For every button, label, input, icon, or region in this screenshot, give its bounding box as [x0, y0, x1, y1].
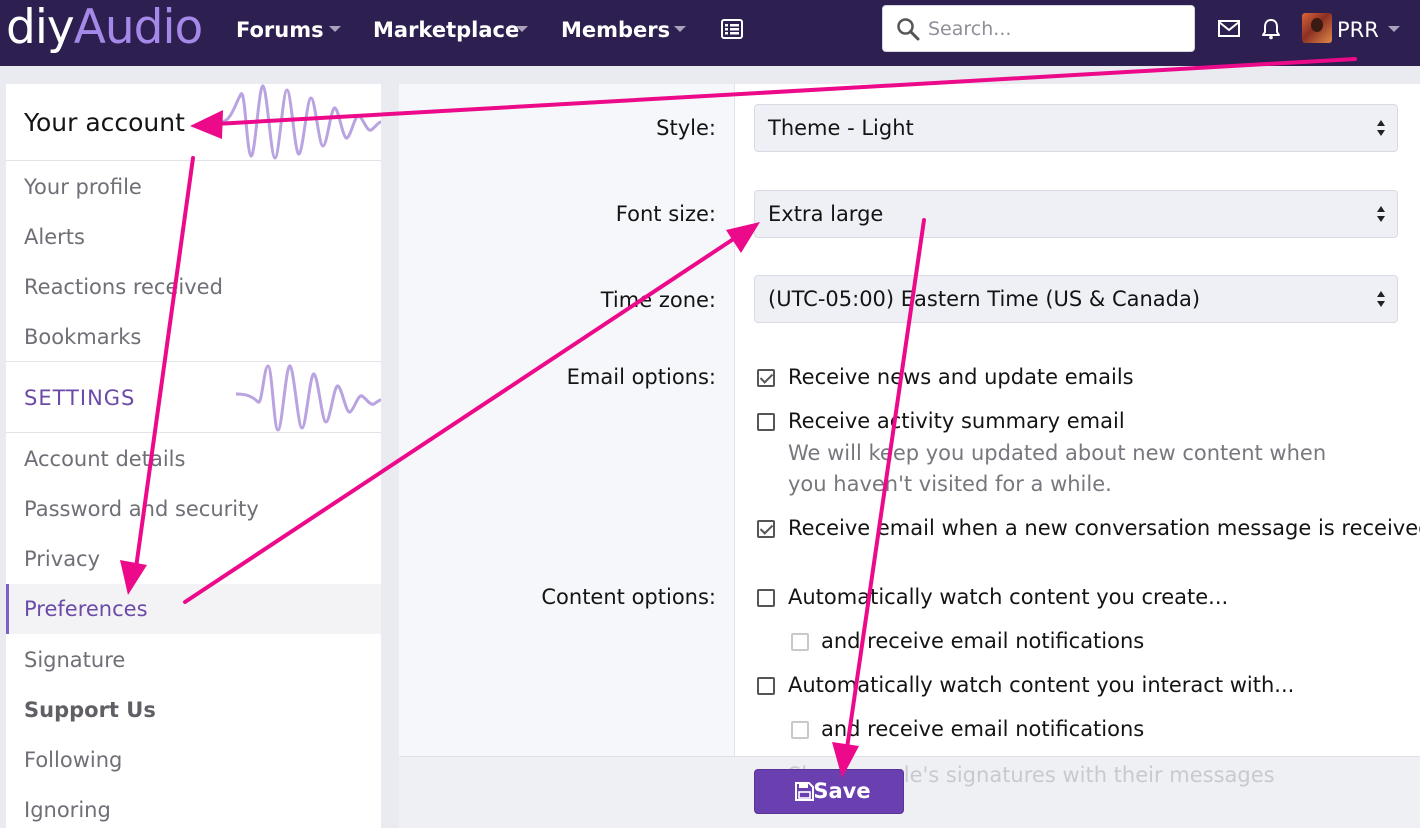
conversation-email-label[interactable]: Receive email when a new conversation me… [788, 514, 1420, 542]
sidebar-item-bookmarks[interactable]: Bookmarks [6, 312, 381, 362]
members-dropdown-caret-icon[interactable] [674, 26, 686, 32]
time-zone-select[interactable]: (UTC-05:00) Eastern Time (US & Canada) [754, 275, 1398, 323]
sidebar-item-preferences[interactable]: Preferences [6, 584, 381, 634]
search-input[interactable] [928, 15, 1183, 43]
search-box[interactable] [882, 5, 1195, 52]
logo-text-diy: diy [6, 0, 75, 55]
form-save-bar: Show people's signatures with their mess… [399, 756, 1420, 828]
forums-dropdown-caret-icon[interactable] [329, 26, 341, 32]
sidebar-item-following[interactable]: Following [6, 735, 381, 785]
inbox-envelope-icon[interactable] [1218, 20, 1240, 37]
user-menu-caret-icon[interactable] [1388, 26, 1400, 32]
watch-created-content-label[interactable]: Automatically watch content you create..… [788, 583, 1228, 611]
nav-members[interactable]: Members [561, 16, 670, 44]
settings-section-header: SETTINGS [6, 361, 381, 433]
username-label[interactable]: PRR [1337, 16, 1379, 44]
activity-summary-hint: We will keep you updated about new conte… [788, 441, 1327, 496]
watch-interacted-content-checkbox[interactable] [757, 677, 775, 695]
sidebar-item-ignoring[interactable]: Ignoring [6, 785, 381, 828]
account-sidebar: Your account Your profile Alerts Reactio… [6, 84, 381, 828]
activity-summary-label[interactable]: Receive activity summary email [788, 407, 1125, 435]
receive-news-label[interactable]: Receive news and update emails [788, 363, 1134, 391]
preferences-form: Style: Theme - Light Font size: Extra la… [399, 84, 1420, 828]
sidebar-item-account-details[interactable]: Account details [6, 434, 381, 484]
style-select-value: Theme - Light [768, 116, 914, 140]
whats-new-list-icon[interactable] [721, 19, 743, 39]
site-logo[interactable]: diyAudio [6, 0, 204, 55]
email-options-label: Email options: [566, 365, 716, 389]
sidebar-item-support-us[interactable]: Support Us [6, 685, 381, 735]
your-account-heading[interactable]: Your account [24, 107, 185, 139]
style-label: Style: [656, 116, 716, 140]
select-arrows-icon [1377, 120, 1385, 136]
sidebar-item-signature[interactable]: Signature [6, 635, 381, 685]
logo-text-audio: Audio [73, 0, 204, 55]
time-zone-select-value: (UTC-05:00) Eastern Time (US & Canada) [768, 287, 1201, 311]
watch-interacted-email-label[interactable]: and receive email notifications [821, 715, 1144, 743]
nav-marketplace[interactable]: Marketplace [373, 16, 519, 44]
watch-created-email-checkbox[interactable] [791, 633, 809, 651]
watch-created-email-label[interactable]: and receive email notifications [821, 627, 1144, 655]
content-options-label: Content options: [541, 585, 716, 609]
save-floppy-icon [795, 782, 814, 801]
watch-created-content-checkbox[interactable] [757, 589, 775, 607]
account-section-header: Your account [6, 84, 381, 161]
user-avatar[interactable] [1302, 13, 1332, 43]
form-label-column [399, 84, 735, 756]
sidebar-item-password-and-security[interactable]: Password and security [6, 484, 381, 534]
top-navigation-bar: diyAudio Forums Marketplace Members PRR [0, 0, 1420, 66]
font-size-select-value: Extra large [768, 202, 884, 226]
time-zone-label: Time zone: [600, 288, 716, 312]
decorative-waveform-icon [236, 364, 381, 432]
settings-heading: SETTINGS [24, 386, 136, 410]
marketplace-dropdown-caret-icon[interactable] [516, 26, 528, 32]
font-size-select[interactable]: Extra large [754, 190, 1398, 238]
select-arrows-icon [1377, 291, 1385, 307]
conversation-email-checkbox[interactable] [757, 520, 775, 538]
select-arrows-icon [1377, 206, 1385, 222]
font-size-label: Font size: [615, 202, 716, 226]
decorative-waveform-icon [221, 84, 381, 160]
receive-news-checkbox[interactable] [757, 369, 775, 387]
style-select[interactable]: Theme - Light [754, 104, 1398, 152]
activity-summary-checkbox[interactable] [757, 413, 775, 431]
watch-interacted-email-checkbox[interactable] [791, 721, 809, 739]
sidebar-item-alerts[interactable]: Alerts [6, 212, 381, 262]
sidebar-item-your-profile[interactable]: Your profile [6, 162, 381, 212]
watch-interacted-content-label[interactable]: Automatically watch content you interact… [788, 671, 1294, 699]
sidebar-item-reactions-received[interactable]: Reactions received [6, 262, 381, 312]
alerts-bell-icon[interactable] [1261, 18, 1281, 40]
sidebar-item-privacy[interactable]: Privacy [6, 534, 381, 584]
nav-forums[interactable]: Forums [236, 16, 324, 44]
search-icon [897, 18, 920, 41]
save-button[interactable]: Save [754, 769, 904, 814]
